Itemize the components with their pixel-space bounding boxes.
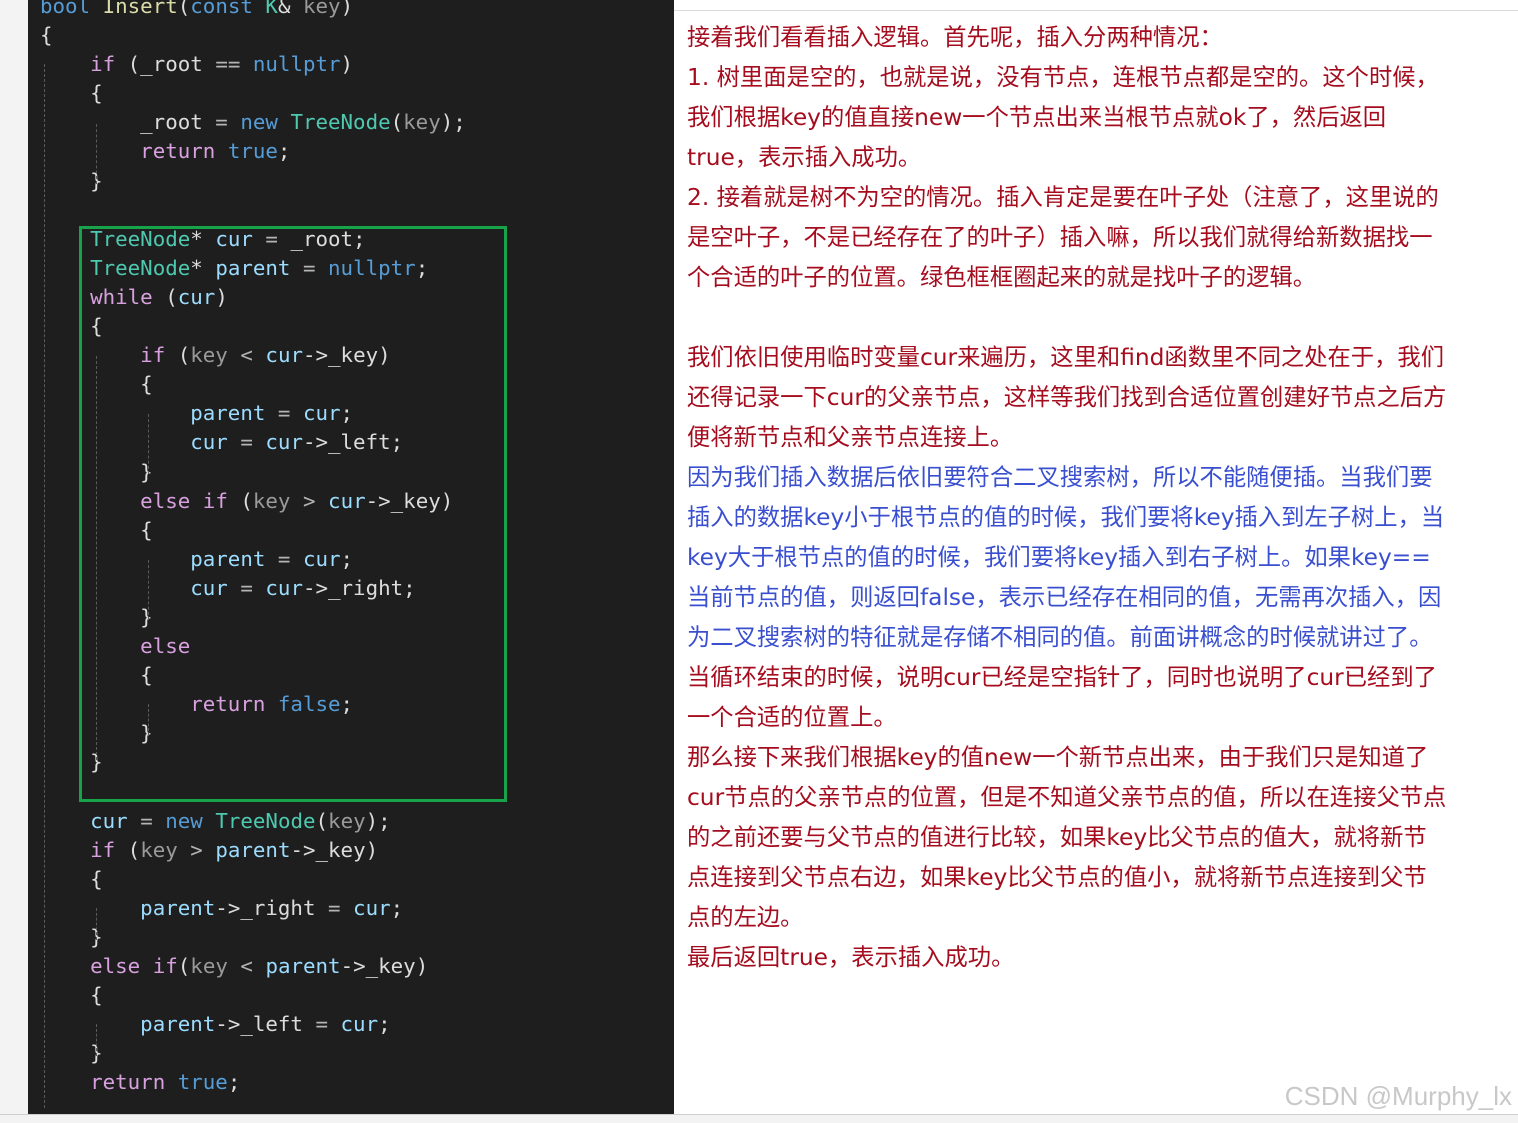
code-line: _root = new TreeNode(key); (40, 110, 466, 135)
code-line: } (40, 925, 103, 949)
indent-guide (96, 1024, 97, 1056)
explanation-return: 最后返回true，表示插入成功。 (687, 944, 1015, 971)
explanation-bst-rule: 因为我们插入数据后依旧要符合二叉搜索树，所以不能随便插。当我们要插入的数据key… (687, 464, 1445, 651)
explanation-link-parent: 那么接下来我们根据key的值new一个新节点出来，由于我们只是知道了cur节点的… (687, 744, 1447, 931)
code-line: { (40, 23, 53, 48)
code-line: cur = new TreeNode(key); (90, 808, 391, 833)
code-line: } (40, 168, 103, 193)
code-line: { (40, 983, 103, 1008)
code-line: return true; (140, 139, 291, 164)
indent-guide (96, 908, 97, 940)
explanation-case-empty: 1. 树里面是空的，也就是说，没有节点，连根节点都是空的。这个时候，我们根据ke… (687, 64, 1439, 171)
code-line: parent->_right = cur; (140, 895, 404, 920)
explanation-case-nonempty: 2. 接着就是树不为空的情况。插入肯定是要在叶子处（注意了，这里说的是空叶子，不… (687, 184, 1439, 291)
explanation-intro: 接着我们看看插入逻辑。首先呢，插入分两种情况： (687, 24, 1223, 51)
code-line: bool Insert(const K& key) (40, 0, 354, 18)
left-margin-strip (0, 0, 29, 1122)
code-line: { (40, 866, 103, 891)
indent-guide (96, 124, 97, 184)
code-line: if (key > parent->_key) (90, 837, 379, 862)
code-line: return true; (90, 1070, 241, 1095)
code-line: if (_root == nullptr) (90, 52, 354, 77)
search-loop-highlight-box (79, 226, 507, 802)
code-line: parent->_left = cur; (140, 1012, 391, 1037)
explanation-cur-variable: 我们依旧使用临时变量cur来遍历，这里和find函数里不同之处在于，我们还得记录… (687, 344, 1447, 451)
code-line: else if(key < parent->_key) (90, 954, 429, 979)
code-line: } (40, 1041, 103, 1066)
explanation-loop-end: 当循环结束的时候，说明cur已经是空指针了，同时也说明了cur已经到了一个合适的… (687, 664, 1437, 731)
watermark: CSDN @Murphy_lx (1284, 1081, 1512, 1111)
explanation-panel: 接着我们看看插入逻辑。首先呢，插入分两种情况： 1. 树里面是空的，也就是说，没… (687, 18, 1447, 978)
code-line: { (40, 81, 103, 106)
indent-guide (44, 64, 45, 1108)
